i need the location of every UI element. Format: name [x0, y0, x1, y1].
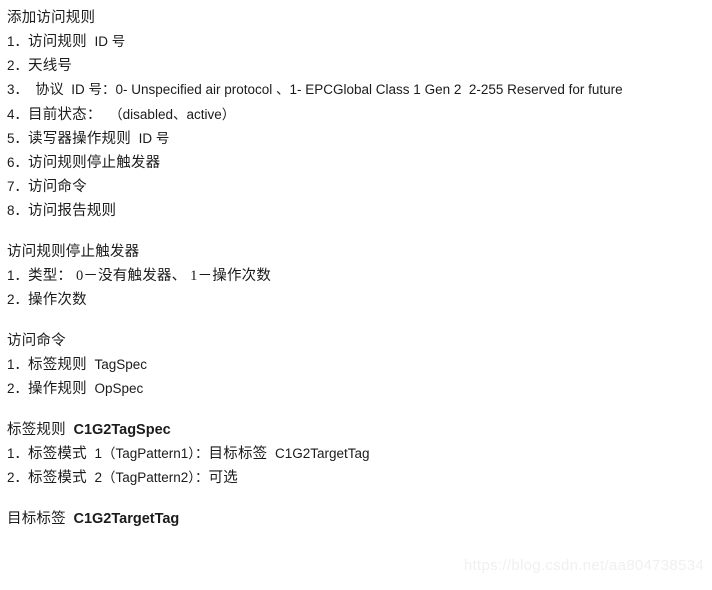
section-heading-identifier: C1G2TagSpec — [73, 422, 171, 438]
list-item-label: 访问规则停止触发器 — [28, 155, 161, 171]
list-item-marker: 4． — [7, 107, 29, 122]
section-heading-label: 目标标签 — [7, 511, 66, 527]
list-item-value: OpSpec — [94, 381, 144, 396]
section-access-spec-stop-trigger: 访问规则停止触发器 1．类型： 0－没有触发器、 1－操作次数 2．操作次数 — [7, 240, 712, 312]
list-item-marker: 2． — [7, 58, 29, 73]
list-item-value-continued: 、1- EPCGlobal Class 1 Gen 2 2-255 Reserv… — [276, 82, 623, 97]
list-item: 1．访问规则 ID 号 — [7, 30, 712, 54]
section-heading-label: 添加访问规则 — [7, 10, 96, 26]
list-item-label: 目前状态： — [28, 107, 102, 123]
section-heading: 访问命令 — [7, 329, 712, 353]
list-item-secondary-label: 目标标签 — [208, 446, 268, 462]
list-item: 8．访问报告规则 — [7, 199, 712, 223]
list-item-value: 2（TagPattern2）： — [94, 470, 209, 485]
list-item-secondary-value: C1G2TargetTag — [275, 446, 370, 461]
section-heading: 访问规则停止触发器 — [7, 240, 712, 264]
list-item-value: ID 号 — [94, 34, 126, 49]
list-item-value: TagSpec — [94, 357, 148, 372]
list-item-label: 标签模式 — [28, 446, 87, 462]
list-item-label: 标签规则 — [28, 357, 87, 373]
list-item-label: 访问命令 — [28, 179, 87, 195]
list-item: 2．标签模式 2（TagPattern2）：可选 — [7, 466, 712, 490]
list-item: 3． 协议 ID 号：0- Unspecified air protocol 、… — [7, 78, 712, 103]
list-item-marker: 1． — [7, 357, 29, 372]
list-item-value: ID 号 — [138, 131, 170, 146]
list-item-value: 1（TagPattern1）： — [94, 446, 209, 461]
list-item-marker: 5． — [7, 131, 29, 146]
section-heading-label: 标签规则 — [7, 422, 66, 438]
list-item: 6．访问规则停止触发器 — [7, 151, 712, 175]
section-heading: 目标标签 C1G2TargetTag — [7, 507, 712, 531]
list-item-marker: 2． — [7, 381, 29, 396]
list-item-value: ID 号：0- Unspecified air protocol — [71, 82, 273, 97]
list-item-label: 访问规则 — [28, 34, 87, 50]
list-item: 1．标签模式 1（TagPattern1）：目标标签 C1G2TargetTag — [7, 442, 712, 466]
section-access-command: 访问命令 1．标签规则 TagSpec 2．操作规则 OpSpec — [7, 329, 712, 401]
list-item-marker: 2． — [7, 470, 29, 485]
list-item: 5．读写器操作规则 ID 号 — [7, 127, 712, 151]
section-heading: 标签规则 C1G2TagSpec — [7, 418, 712, 442]
list-item-marker: 2． — [7, 292, 29, 307]
list-item: 1．标签规则 TagSpec — [7, 353, 712, 377]
section-item-list: 1．标签规则 TagSpec 2．操作规则 OpSpec — [7, 353, 712, 401]
section-heading-identifier: C1G2TargetTag — [73, 511, 180, 527]
section-heading-label: 访问命令 — [7, 333, 66, 349]
list-item-marker: 3． — [7, 82, 29, 97]
list-item-value: （disabled、active） — [109, 107, 236, 122]
list-item: 2．天线号 — [7, 54, 712, 78]
section-item-list: 1．访问规则 ID 号 2．天线号 3． 协议 ID 号：0- Unspecifie… — [7, 30, 712, 223]
csdn-watermark: https://blog.csdn.net/aa804738534 — [463, 557, 704, 574]
section-item-list: 1．标签模式 1（TagPattern1）：目标标签 C1G2TargetTag… — [7, 442, 712, 490]
document-body: 添加访问规则 1．访问规则 ID 号 2．天线号 3． 协议 ID 号：0- Unsp… — [0, 0, 712, 531]
list-item-marker: 1． — [7, 446, 29, 461]
list-item-marker: 1． — [7, 34, 29, 49]
list-item-marker: 1． — [7, 268, 29, 283]
list-item-label: 操作规则 — [28, 381, 87, 397]
list-item-marker: 8． — [7, 203, 29, 218]
list-item-label: 操作次数 — [28, 292, 87, 308]
list-item: 1．类型： 0－没有触发器、 1－操作次数 — [7, 264, 712, 288]
list-item-label: 标签模式 — [28, 470, 87, 486]
list-item: 4．目前状态： （disabled、active） — [7, 103, 712, 127]
list-item-label: 天线号 — [28, 58, 73, 74]
list-item-marker: 7． — [7, 179, 29, 194]
section-add-access-spec: 添加访问规则 1．访问规则 ID 号 2．天线号 3． 协议 ID 号：0- Unsp… — [7, 6, 712, 223]
list-item: 7．访问命令 — [7, 175, 712, 199]
list-item: 2．操作规则 OpSpec — [7, 377, 712, 401]
section-heading-label: 访问规则停止触发器 — [7, 244, 140, 260]
section-target-tag: 目标标签 C1G2TargetTag — [7, 507, 712, 531]
section-heading: 添加访问规则 — [7, 6, 712, 30]
list-item-label: 协议 — [28, 83, 64, 98]
list-item: 2．操作次数 — [7, 288, 712, 312]
section-item-list: 1．类型： 0－没有触发器、 1－操作次数 2．操作次数 — [7, 264, 712, 312]
list-item-secondary-label: 可选 — [208, 470, 238, 486]
list-item-marker: 6． — [7, 155, 29, 170]
list-item-label: 读写器操作规则 — [28, 131, 131, 147]
list-item-label: 类型： 0－没有触发器、 1－操作次数 — [28, 268, 272, 284]
section-tag-spec: 标签规则 C1G2TagSpec 1．标签模式 1（TagPattern1）：目标… — [7, 418, 712, 490]
list-item-label: 访问报告规则 — [28, 203, 117, 219]
